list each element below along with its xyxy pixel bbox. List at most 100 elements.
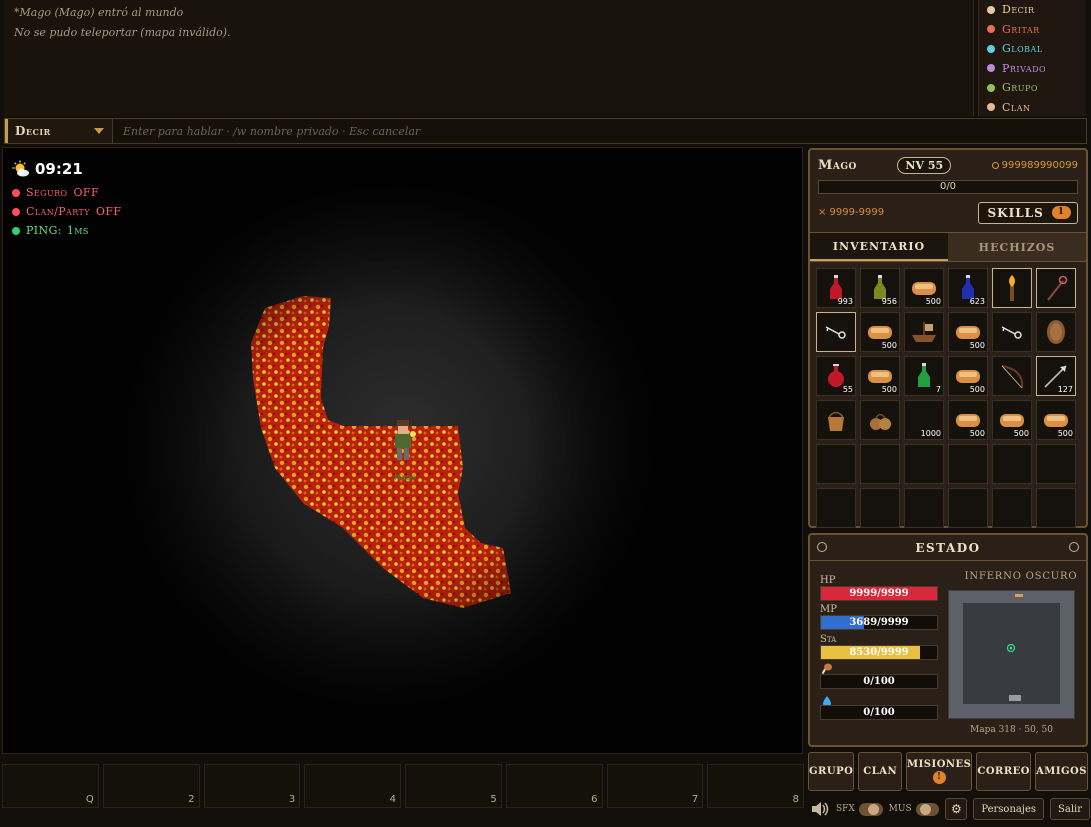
inventory-slot[interactable] <box>1036 444 1076 484</box>
inventory-slot[interactable] <box>816 400 856 440</box>
hp-value: 9999/9999 <box>849 588 909 599</box>
channel-clan[interactable]: Clan <box>979 98 1086 118</box>
food-value: 0/100 <box>863 676 895 687</box>
inventory-slot[interactable] <box>1036 312 1076 352</box>
inventory-slot[interactable]: 993 <box>816 268 856 308</box>
inventory-slot[interactable]: 956 <box>860 268 900 308</box>
inventory-slot[interactable]: 55 <box>816 356 856 396</box>
skills-badge: 1 <box>1051 206 1071 219</box>
status-title: ESTADO <box>915 540 981 555</box>
friends-button[interactable]: AMIGOS <box>1035 752 1088 791</box>
clan-party-status[interactable]: Clan/Party OFF <box>12 202 121 221</box>
exit-button[interactable]: Salir <box>1050 798 1090 820</box>
tab-inventario[interactable]: INVENTARIO <box>810 233 948 261</box>
channel-global[interactable]: Global <box>979 39 1086 59</box>
mus-toggle[interactable] <box>915 802 940 816</box>
inventory-slot[interactable] <box>860 488 900 528</box>
inventory-slot[interactable] <box>992 356 1032 396</box>
item-quantity: 500 <box>925 297 941 306</box>
seguro-value: OFF <box>73 186 99 199</box>
game-world[interactable]: Mago <box>3 148 803 754</box>
inventory-slot[interactable]: 500 <box>948 400 988 440</box>
mp-bar: 3689/9999 <box>820 615 938 630</box>
minimap[interactable] <box>948 590 1075 719</box>
hotbar-slot[interactable]: 3 <box>203 764 301 808</box>
green-potion-icon <box>918 363 930 387</box>
skills-button[interactable]: SKILLS 1 <box>978 201 1078 224</box>
inventory-slot[interactable] <box>904 312 944 352</box>
tab-hechizos[interactable]: HECHIZOS <box>948 233 1086 261</box>
inventory-slot[interactable] <box>904 444 944 484</box>
inventory-slot[interactable] <box>816 312 856 352</box>
map-name: INFERNO OSCURO <box>964 571 1078 582</box>
inventory-slot[interactable] <box>816 488 856 528</box>
hotbar-slot[interactable]: Q <box>2 764 99 808</box>
speaker-icon[interactable] <box>810 800 830 818</box>
hotbar-slot[interactable]: 6 <box>505 764 603 808</box>
chat-input-row: Decir Enter para hablar · /w nombre priv… <box>4 118 1087 144</box>
item-quantity: 623 <box>969 297 985 306</box>
menu-row: GRUPO CLAN MISIONES ! CORREO AMIGOS <box>808 752 1088 791</box>
inventory-slot[interactable]: 623 <box>948 268 988 308</box>
characters-button[interactable]: Personajes <box>973 798 1044 820</box>
inventory-slot[interactable] <box>992 488 1032 528</box>
inventory-slot[interactable] <box>1036 268 1076 308</box>
hotbar: Q 2 3 4 5 6 7 8 <box>2 764 804 808</box>
inventory-slot[interactable]: 7 <box>904 356 944 396</box>
inventory-slot[interactable] <box>992 312 1032 352</box>
clan-label: CLAN <box>863 766 898 777</box>
game-viewport[interactable]: Mago 09:21 Seguro OFF Clan/Party OFF PIN… <box>2 147 803 754</box>
inventory-slot[interactable] <box>816 444 856 484</box>
clan-button[interactable]: CLAN <box>858 752 903 791</box>
seguro-status[interactable]: Seguro OFF <box>12 183 121 202</box>
inventory-slot[interactable] <box>860 400 900 440</box>
hotbar-slot[interactable]: 2 <box>102 764 200 808</box>
inventory-slot[interactable]: 500 <box>1036 400 1076 440</box>
minimap-stairs <box>1009 695 1021 701</box>
xp-bar: 0/0 <box>818 180 1078 194</box>
inventory-slot[interactable]: 500 <box>860 312 900 352</box>
inventory-slot[interactable] <box>992 444 1032 484</box>
inventory-slot[interactable]: 500 <box>860 356 900 396</box>
darkness-overlay <box>3 148 802 753</box>
hotbar-slot[interactable]: 5 <box>405 764 502 808</box>
inventory-slot[interactable]: 500 <box>948 312 988 352</box>
hotbar-slot[interactable]: 4 <box>304 764 401 808</box>
inventory-slot[interactable]: 1000 <box>904 400 944 440</box>
minimap-exit <box>1015 594 1023 597</box>
missions-button[interactable]: MISIONES ! <box>906 752 973 791</box>
inventory-slot[interactable] <box>992 268 1032 308</box>
inventory-slot[interactable]: 500 <box>992 400 1032 440</box>
gear-button[interactable]: ⚙ <box>945 798 968 820</box>
channel-grupo[interactable]: Grupo <box>979 78 1086 98</box>
inventory-slot[interactable]: 127 <box>1036 356 1076 396</box>
chat-log[interactable]: *Mago (Mago) entró al mundo No se pudo t… <box>4 0 974 116</box>
channel-privado[interactable]: Privado <box>979 59 1086 79</box>
hotbar-slot[interactable]: 8 <box>707 764 804 808</box>
inventory-slot[interactable] <box>860 444 900 484</box>
channel-decir[interactable]: Decir <box>979 0 1086 20</box>
sfx-toggle[interactable] <box>858 802 883 816</box>
chat-input[interactable]: Enter para hablar · /w nombre privado · … <box>113 119 1086 143</box>
chat-channel-select[interactable]: Decir <box>5 119 113 143</box>
item-quantity: 993 <box>837 297 853 306</box>
mail-button[interactable]: CORREO <box>976 752 1032 791</box>
inventory-slot[interactable] <box>904 488 944 528</box>
inventory-slot[interactable] <box>948 488 988 528</box>
hotbar-key: 6 <box>591 794 598 805</box>
inventory-slot[interactable]: 500 <box>904 268 944 308</box>
hotbar-key: 5 <box>490 794 497 805</box>
skills-label: SKILLS <box>987 205 1044 220</box>
hotbar-slot[interactable]: 7 <box>606 764 704 808</box>
inventory-slot[interactable]: 500 <box>948 356 988 396</box>
mail-label: CORREO <box>977 766 1031 777</box>
hotbar-key: 2 <box>188 794 195 805</box>
inventory-slot[interactable] <box>1036 488 1076 528</box>
character-name: Mago <box>818 157 857 173</box>
channel-gritar[interactable]: Gritar <box>979 20 1086 40</box>
level-badge: NV 55 <box>897 156 952 174</box>
inventory-slot[interactable] <box>948 444 988 484</box>
hotbar-key: 8 <box>792 794 799 805</box>
group-button[interactable]: GRUPO <box>808 752 855 791</box>
hotbar-key: 4 <box>389 794 396 805</box>
